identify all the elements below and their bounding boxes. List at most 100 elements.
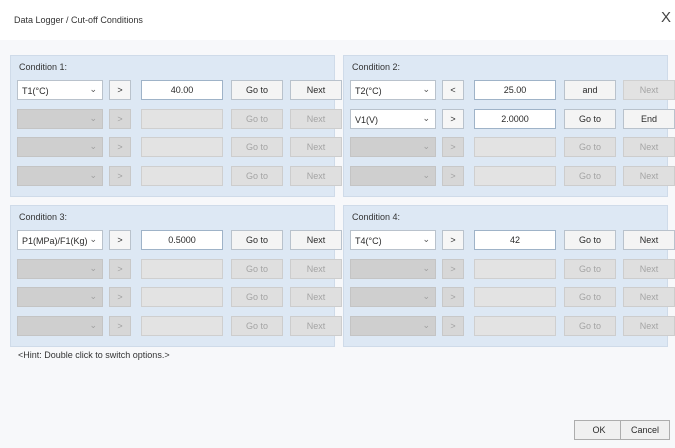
next-button[interactable]: Next — [290, 137, 342, 157]
operator-button[interactable]: > — [442, 109, 464, 129]
goto-button[interactable]: Go to — [564, 316, 616, 336]
threshold-input[interactable] — [141, 166, 223, 186]
next-button[interactable]: Next — [290, 287, 342, 307]
channel-value: T1(°C) — [22, 86, 49, 96]
chevron-down-icon: ⌄ — [89, 320, 97, 330]
threshold-input[interactable] — [474, 316, 556, 336]
channel-select[interactable]: ⌄ — [17, 316, 103, 336]
condition-title: Condition 3: — [19, 212, 68, 222]
channel-select[interactable]: V1(V) ⌄ — [350, 109, 436, 129]
operator-button[interactable]: > — [109, 316, 131, 336]
chevron-down-icon: ⌄ — [89, 263, 97, 273]
threshold-input[interactable] — [141, 316, 223, 336]
chevron-down-icon: ⌄ — [422, 263, 430, 273]
channel-select[interactable]: ⌄ — [350, 316, 436, 336]
ok-button[interactable]: OK — [574, 420, 624, 440]
goto-button[interactable]: Go to — [231, 316, 283, 336]
next-button[interactable]: Next — [290, 80, 342, 100]
threshold-input[interactable]: 0.5000 — [141, 230, 223, 250]
operator-button[interactable]: > — [109, 230, 131, 250]
condition-4-panel: Condition 4: T4(°C) ⌄ > 42 Go to Next ⌄ >… — [343, 205, 675, 347]
channel-select[interactable]: ⌄ — [17, 166, 103, 186]
goto-button[interactable]: Go to — [564, 166, 616, 186]
goto-button[interactable]: Go to — [564, 259, 616, 279]
next-button[interactable]: Next — [623, 287, 675, 307]
close-icon[interactable]: X — [661, 9, 671, 26]
operator-button[interactable]: > — [442, 259, 464, 279]
threshold-input[interactable] — [141, 259, 223, 279]
next-button[interactable]: Next — [290, 316, 342, 336]
channel-select[interactable]: ⌄ — [17, 287, 103, 307]
threshold-input[interactable] — [474, 137, 556, 157]
next-button[interactable]: Next — [290, 230, 342, 250]
channel-select[interactable]: ⌄ — [350, 287, 436, 307]
channel-select[interactable]: ⌄ — [350, 166, 436, 186]
threshold-input[interactable] — [141, 287, 223, 307]
condition-1-panel: Condition 1: T1(°C) ⌄ > 40.00 Go to Next … — [10, 55, 342, 197]
channel-select[interactable]: ⌄ — [17, 137, 103, 157]
goto-button[interactable]: Go to — [564, 109, 616, 129]
chevron-down-icon: ⌄ — [422, 291, 430, 301]
threshold-input[interactable] — [474, 259, 556, 279]
chevron-down-icon: ⌄ — [89, 84, 97, 94]
threshold-input[interactable] — [474, 166, 556, 186]
condition-title: Condition 2: — [352, 62, 401, 72]
goto-button[interactable]: Go to — [564, 230, 616, 250]
operator-button[interactable]: > — [442, 316, 464, 336]
goto-button[interactable]: Go to — [231, 166, 283, 186]
chevron-down-icon: ⌄ — [89, 234, 97, 244]
chevron-down-icon: ⌄ — [422, 141, 430, 151]
operator-button[interactable]: > — [109, 109, 131, 129]
channel-select[interactable]: T4(°C) ⌄ — [350, 230, 436, 250]
goto-button[interactable]: Go to — [231, 80, 283, 100]
cancel-button[interactable]: Cancel — [620, 420, 670, 440]
dialog-window: Data Logger / Cut-off Conditions X Condi… — [0, 0, 675, 448]
threshold-input[interactable] — [141, 137, 223, 157]
next-button[interactable]: Next — [290, 166, 342, 186]
and-button[interactable]: and — [564, 80, 616, 100]
next-button[interactable]: Next — [290, 109, 342, 129]
chevron-down-icon: ⌄ — [89, 170, 97, 180]
channel-select[interactable]: P1(MPa)/F1(Kg) ⌄ — [17, 230, 103, 250]
goto-button[interactable]: Go to — [231, 230, 283, 250]
chevron-down-icon: ⌄ — [422, 84, 430, 94]
goto-button[interactable]: Go to — [564, 287, 616, 307]
operator-button[interactable]: > — [109, 137, 131, 157]
next-button[interactable]: Next — [623, 166, 675, 186]
condition-title: Condition 4: — [352, 212, 401, 222]
threshold-input[interactable]: 2.0000 — [474, 109, 556, 129]
channel-select[interactable]: ⌄ — [350, 137, 436, 157]
operator-button[interactable]: > — [442, 287, 464, 307]
operator-button[interactable]: > — [109, 166, 131, 186]
next-button[interactable]: Next — [623, 230, 675, 250]
channel-select[interactable]: ⌄ — [17, 259, 103, 279]
channel-select[interactable]: ⌄ — [350, 259, 436, 279]
operator-button[interactable]: > — [109, 287, 131, 307]
condition-title: Condition 1: — [19, 62, 68, 72]
threshold-input[interactable]: 25.00 — [474, 80, 556, 100]
channel-select[interactable]: T1(°C) ⌄ — [17, 80, 103, 100]
goto-button[interactable]: Go to — [231, 137, 283, 157]
next-button[interactable]: Next — [623, 316, 675, 336]
next-button[interactable]: Next — [623, 137, 675, 157]
channel-select[interactable]: T2(°C) ⌄ — [350, 80, 436, 100]
goto-button[interactable]: Go to — [564, 137, 616, 157]
operator-button[interactable]: < — [442, 80, 464, 100]
goto-button[interactable]: Go to — [231, 287, 283, 307]
threshold-input[interactable]: 40.00 — [141, 80, 223, 100]
operator-button[interactable]: > — [109, 80, 131, 100]
operator-button[interactable]: > — [442, 230, 464, 250]
operator-button[interactable]: > — [442, 166, 464, 186]
next-button[interactable]: Next — [623, 80, 675, 100]
end-button[interactable]: End — [623, 109, 675, 129]
threshold-input[interactable] — [141, 109, 223, 129]
goto-button[interactable]: Go to — [231, 259, 283, 279]
goto-button[interactable]: Go to — [231, 109, 283, 129]
next-button[interactable]: Next — [290, 259, 342, 279]
operator-button[interactable]: > — [442, 137, 464, 157]
next-button[interactable]: Next — [623, 259, 675, 279]
operator-button[interactable]: > — [109, 259, 131, 279]
threshold-input[interactable]: 42 — [474, 230, 556, 250]
channel-select[interactable]: ⌄ — [17, 109, 103, 129]
threshold-input[interactable] — [474, 287, 556, 307]
